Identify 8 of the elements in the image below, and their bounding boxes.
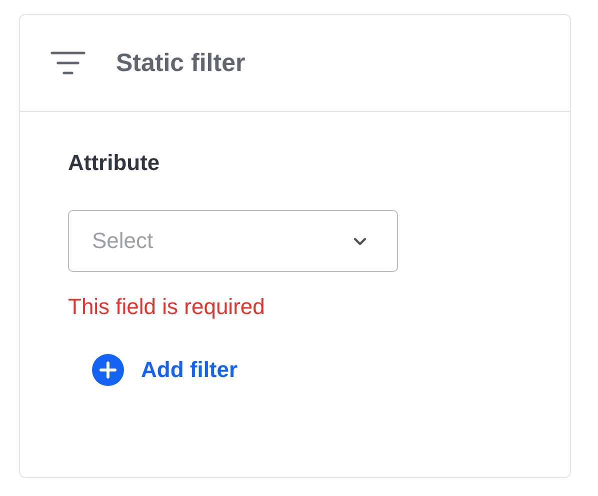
add-filter-button[interactable]: Add filter	[92, 354, 238, 386]
error-message: This field is required	[68, 294, 265, 320]
filter-icon	[50, 50, 86, 76]
panel-title: Static filter	[116, 48, 246, 78]
field-label: Attribute	[68, 150, 160, 176]
plus-icon	[92, 354, 124, 386]
select-field[interactable]: Select	[68, 210, 398, 272]
chevron-icon	[353, 236, 367, 246]
